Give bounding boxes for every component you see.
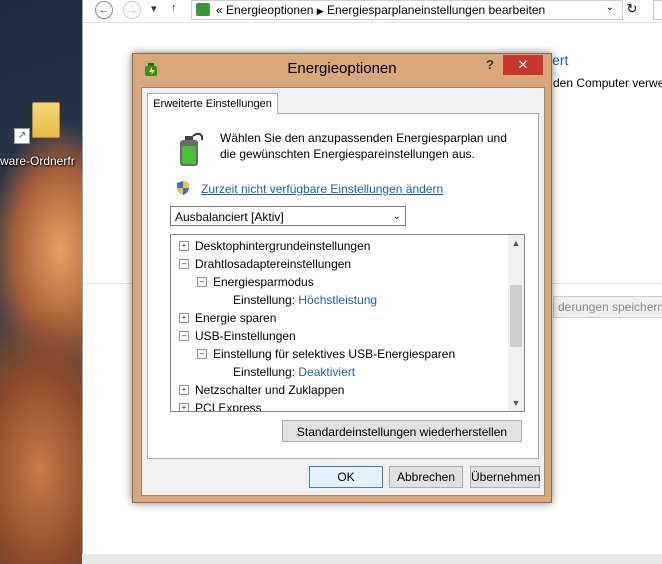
scrollbar-thumb[interactable]	[510, 285, 522, 347]
energy-options-dialog: Energieoptionen ? ✕ Erweiterte Einstellu…	[132, 53, 552, 503]
settings-tree[interactable]: + Desktophintergrundeinstellungen − Drahtl…	[170, 234, 525, 412]
search-box[interactable]	[653, 0, 662, 20]
scroll-down-icon[interactable]: ▼	[508, 395, 524, 411]
tab-panel: Wählen Sie den anzupassenden Energiespar…	[147, 113, 539, 459]
change-unavailable-settings-link[interactable]: Zurzeit nicht verfügbare Einstellungen ä…	[201, 182, 443, 196]
tree-item-power-saving-mode[interactable]: − Energiesparmodus	[197, 273, 314, 291]
breadcrumb-separator-icon: ▶	[316, 6, 324, 16]
setting-value-link[interactable]: Deaktiviert	[298, 365, 355, 379]
dialog-client-area: Erweiterte Einstellungen Wählen Sie den …	[141, 87, 545, 496]
restore-defaults-button[interactable]: Standardeinstellungen wiederherstellen	[282, 420, 522, 442]
tree-item-wireless-adapter[interactable]: − Drahtlosadaptereinstellungen	[179, 255, 351, 273]
intro-text: Wählen Sie den anzupassenden Energiespar…	[220, 131, 507, 161]
address-toolbar: ← → ▾ ↑ « Energieoptionen ▶ Energiesparp…	[83, 0, 662, 23]
power-options-icon	[196, 3, 210, 16]
tree-item-power-buttons-lid[interactable]: + Netzschalter und Zuklappen	[179, 381, 344, 399]
tree-setting-usb-selective-suspend[interactable]: Einstellung: Deaktiviert	[233, 363, 355, 381]
shortcut-arrow-icon: ↗	[14, 128, 30, 144]
apply-button[interactable]: Übernehmen	[470, 466, 540, 488]
tree-item-usb-settings[interactable]: − USB-Einstellungen	[179, 327, 296, 345]
help-button[interactable]: ?	[479, 57, 501, 77]
scroll-up-icon[interactable]: ▲	[508, 235, 524, 251]
tree-setting-power-saving-mode[interactable]: Einstellung: Höchstleistung	[233, 291, 377, 309]
tree-scrollbar[interactable]: ▲ ▼	[508, 235, 524, 411]
setting-value-link[interactable]: Höchstleistung	[298, 293, 377, 307]
expand-icon[interactable]: +	[179, 384, 189, 395]
cancel-button[interactable]: Abbrechen	[389, 466, 463, 488]
chevron-down-icon: ⌄	[392, 211, 401, 222]
recent-locations-icon[interactable]: ▾	[151, 2, 157, 15]
window-bottom-edge	[82, 554, 662, 564]
back-button[interactable]: ←	[95, 1, 113, 19]
background-text: den Computer verwe	[553, 76, 662, 90]
power-plan-selected-value: Ausbalanciert [Aktiv]	[175, 210, 284, 224]
breadcrumb-item-plan-settings[interactable]: Energiesparplaneinstellungen bearbeiten	[327, 3, 545, 17]
expand-icon[interactable]: +	[179, 402, 189, 411]
expand-icon[interactable]: +	[179, 312, 189, 323]
power-plan-select[interactable]: Ausbalanciert [Aktiv] ⌄	[170, 206, 406, 226]
forward-button[interactable]: →	[123, 1, 141, 19]
address-bar[interactable]: « Energieoptionen ▶ Energiesparplaneinst…	[191, 0, 623, 20]
folder-icon	[32, 102, 60, 138]
tree-item-usb-selective-suspend[interactable]: − Einstellung für selektives USB-Energies…	[197, 345, 455, 363]
tree-item-energy-saving[interactable]: + Energie sparen	[179, 309, 276, 327]
ok-button[interactable]: OK	[309, 466, 383, 488]
tree-item-pci-express[interactable]: + PCI Express	[179, 399, 262, 411]
collapse-icon[interactable]: −	[179, 258, 189, 269]
desktop-icon-label: ware-Ordnerfr	[0, 154, 75, 168]
close-button[interactable]: ✕	[503, 55, 543, 75]
refresh-icon[interactable]: ↻	[623, 1, 641, 19]
save-changes-button[interactable]: derungen speichern	[553, 296, 662, 318]
chevron-down-icon[interactable]: ⌄	[606, 2, 614, 13]
uac-shield-icon	[177, 181, 189, 195]
expand-icon[interactable]: +	[179, 240, 189, 251]
breadcrumb: « Energieoptionen ▶ Energiesparplaneinst…	[216, 3, 545, 17]
collapse-icon[interactable]: −	[197, 276, 207, 287]
tab-advanced-settings[interactable]: Erweiterte Einstellungen	[147, 93, 278, 114]
collapse-icon[interactable]: −	[197, 348, 207, 359]
battery-plug-icon	[180, 132, 204, 166]
breadcrumb-item-energieoptionen[interactable]: Energieoptionen	[226, 3, 313, 17]
breadcrumb-overflow[interactable]: «	[216, 3, 223, 17]
up-arrow-icon[interactable]: ↑	[171, 2, 177, 14]
tree-item-desktop-background[interactable]: + Desktophintergrundeinstellungen	[179, 237, 370, 255]
collapse-icon[interactable]: −	[179, 330, 189, 341]
